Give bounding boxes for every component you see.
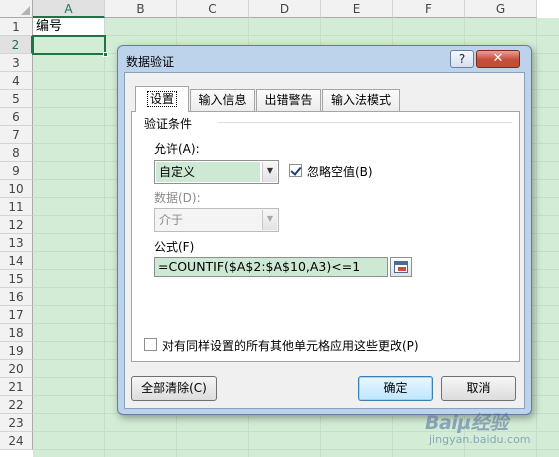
group-divider [218,122,512,123]
apply-all-checkbox[interactable] [144,338,157,351]
row-header-16[interactable]: 16 [0,288,33,306]
row-header-1[interactable]: 1 [0,18,33,36]
row-header-5[interactable]: 5 [0,90,33,108]
ignore-blank-label[interactable]: 忽略空值(B) [307,163,373,180]
allow-label: 允许(A): [154,142,200,156]
row-header-24[interactable]: 24 [0,432,33,450]
row-header-11[interactable]: 11 [0,198,33,216]
column-header-d[interactable]: D [249,0,321,18]
dialog-body: 设置 输入信息 出错警告 输入法模式 验证条件 允许(A): 自定义 ▼ 忽略空… [124,72,525,409]
formula-label: 公式(F) [154,240,195,254]
row-header-17[interactable]: 17 [0,306,33,324]
ok-button[interactable]: 确定 [358,376,433,401]
column-header-b[interactable]: B [105,0,177,18]
dialog-title: 数据验证 [126,55,175,69]
row-header-13[interactable]: 13 [0,234,33,252]
column-header-c[interactable]: C [177,0,249,18]
row-header-21[interactable]: 21 [0,378,33,396]
row-header-8[interactable]: 8 [0,144,33,162]
row-header-6[interactable]: 6 [0,108,33,126]
column-header-g[interactable]: G [465,0,537,18]
row-header-18[interactable]: 18 [0,324,33,342]
row-header-10[interactable]: 10 [0,180,33,198]
data-select-value: 介于 [159,213,184,227]
apply-all-label[interactable]: 对有同样设置的所有其他单元格应用这些更改(P) [162,337,419,354]
select-all-triangle-icon [21,6,30,15]
data-label: 数据(D): [154,191,201,205]
settings-panel: 验证条件 允许(A): 自定义 ▼ 忽略空值(B) 数据(D): 介于 ▼ 公式… [131,111,520,362]
fill-handle[interactable] [103,52,108,57]
cancel-button[interactable]: 取消 [441,376,516,401]
clear-all-button[interactable]: 全部清除(C) [131,376,217,401]
row-header-9[interactable]: 9 [0,162,33,180]
row-header-20[interactable]: 20 [0,360,33,378]
chevron-down-icon: ▼ [262,210,277,230]
group-title: 验证条件 [144,117,193,131]
data-validation-dialog: 数据验证 ? ✕ 设置 输入信息 出错警告 输入法模式 验证条件 允许(A): … [117,45,532,415]
row-header-19[interactable]: 19 [0,342,33,360]
row-header-7[interactable]: 7 [0,126,33,144]
allow-select[interactable]: 自定义 ▼ [154,160,279,184]
help-button[interactable]: ? [450,50,474,68]
range-select-icon [394,261,408,273]
data-select: 介于 ▼ [154,208,279,232]
close-button[interactable]: ✕ [476,50,520,68]
cell-a1[interactable]: 编号 [33,18,105,36]
row-header-23[interactable]: 23 [0,414,33,432]
column-header-f[interactable]: F [393,0,465,18]
select-all-corner[interactable] [0,0,33,18]
active-cell-a2[interactable] [32,35,108,57]
row-header-4[interactable]: 4 [0,72,33,90]
watermark-url: jingyan.baidu.com [429,433,531,446]
chevron-down-icon[interactable]: ▼ [262,162,277,182]
baidu-jingyan-watermark: Baiµ经验 jingyan.baidu.com [425,408,555,454]
row-header-3[interactable]: 3 [0,54,33,72]
formula-input[interactable]: =COUNTIF($A$2:$A$10,A3)<=1 [154,257,388,277]
watermark-logo-text: Baiµ经验 [425,412,508,434]
allow-select-value: 自定义 [156,162,260,182]
row-header-14[interactable]: 14 [0,252,33,270]
tab-settings[interactable]: 设置 [135,86,189,112]
tab-ime-mode[interactable]: 输入法模式 [322,89,400,111]
row-header-15[interactable]: 15 [0,270,33,288]
ignore-blank-checkbox[interactable] [289,164,302,177]
row-header-12[interactable]: 12 [0,216,33,234]
column-header-a[interactable]: A [33,0,105,18]
column-header-e[interactable]: E [321,0,393,18]
tab-settings-label: 设置 [146,91,177,107]
row-header-22[interactable]: 22 [0,396,33,414]
tab-input-message[interactable]: 输入信息 [190,89,255,111]
row-header-2[interactable]: 2 [0,36,33,54]
tab-error-alert[interactable]: 出错警告 [256,89,321,111]
range-select-button[interactable] [390,257,412,277]
